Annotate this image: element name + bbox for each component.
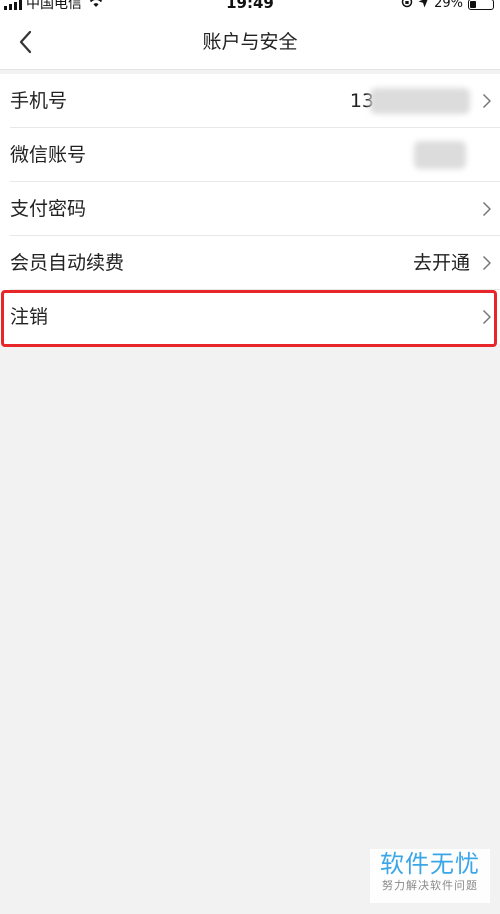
row-label: 微信账号 bbox=[10, 144, 87, 166]
settings-row-payment-password[interactable]: 支付密码 bbox=[0, 182, 500, 236]
chevron-right-icon bbox=[482, 201, 491, 217]
settings-row-auto-renew[interactable]: 会员自动续费 去开通 bbox=[0, 236, 500, 290]
battery-icon bbox=[468, 0, 494, 10]
nav-bar: 账户与安全 bbox=[0, 14, 500, 70]
watermark-title: 软件无忧 bbox=[380, 850, 480, 878]
obscured-phone-mask bbox=[370, 88, 470, 114]
chevron-right-icon bbox=[482, 255, 491, 271]
chevron-right-icon bbox=[482, 93, 491, 109]
battery-percent: 29% bbox=[434, 0, 463, 11]
row-label: 手机号 bbox=[10, 90, 68, 112]
auto-renew-value: 去开通 bbox=[412, 252, 470, 274]
back-button[interactable] bbox=[12, 26, 44, 58]
watermark-subtitle: 努力解决软件问题 bbox=[382, 879, 478, 892]
orientation-lock-icon bbox=[401, 0, 413, 12]
row-label: 会员自动续费 bbox=[10, 252, 125, 274]
battery-fill bbox=[470, 0, 476, 8]
settings-row-phone[interactable]: 手机号 13 bbox=[0, 74, 500, 128]
chevron-left-icon bbox=[19, 30, 32, 54]
status-bar: 中国电信 19:49 29% bbox=[0, 0, 500, 14]
chevron-right-icon bbox=[482, 309, 491, 325]
row-label: 注销 bbox=[10, 306, 49, 328]
page-title: 账户与安全 bbox=[202, 31, 298, 53]
status-right: 29% bbox=[401, 0, 494, 12]
settings-row-wechat[interactable]: 微信账号 bbox=[0, 128, 500, 182]
obscured-wechat-mask bbox=[414, 141, 466, 169]
watermark-logo: 软件无忧 努力解决软件问题 bbox=[370, 849, 490, 903]
phone-value: 13 bbox=[350, 74, 470, 128]
wechat-value bbox=[414, 128, 466, 182]
row-label: 支付密码 bbox=[10, 198, 87, 220]
settings-list: 手机号 13 微信账号 支付密码 会员自动续费 去开通 注销 bbox=[0, 74, 500, 344]
location-icon bbox=[418, 0, 429, 12]
settings-row-deregister[interactable]: 注销 bbox=[0, 290, 500, 344]
